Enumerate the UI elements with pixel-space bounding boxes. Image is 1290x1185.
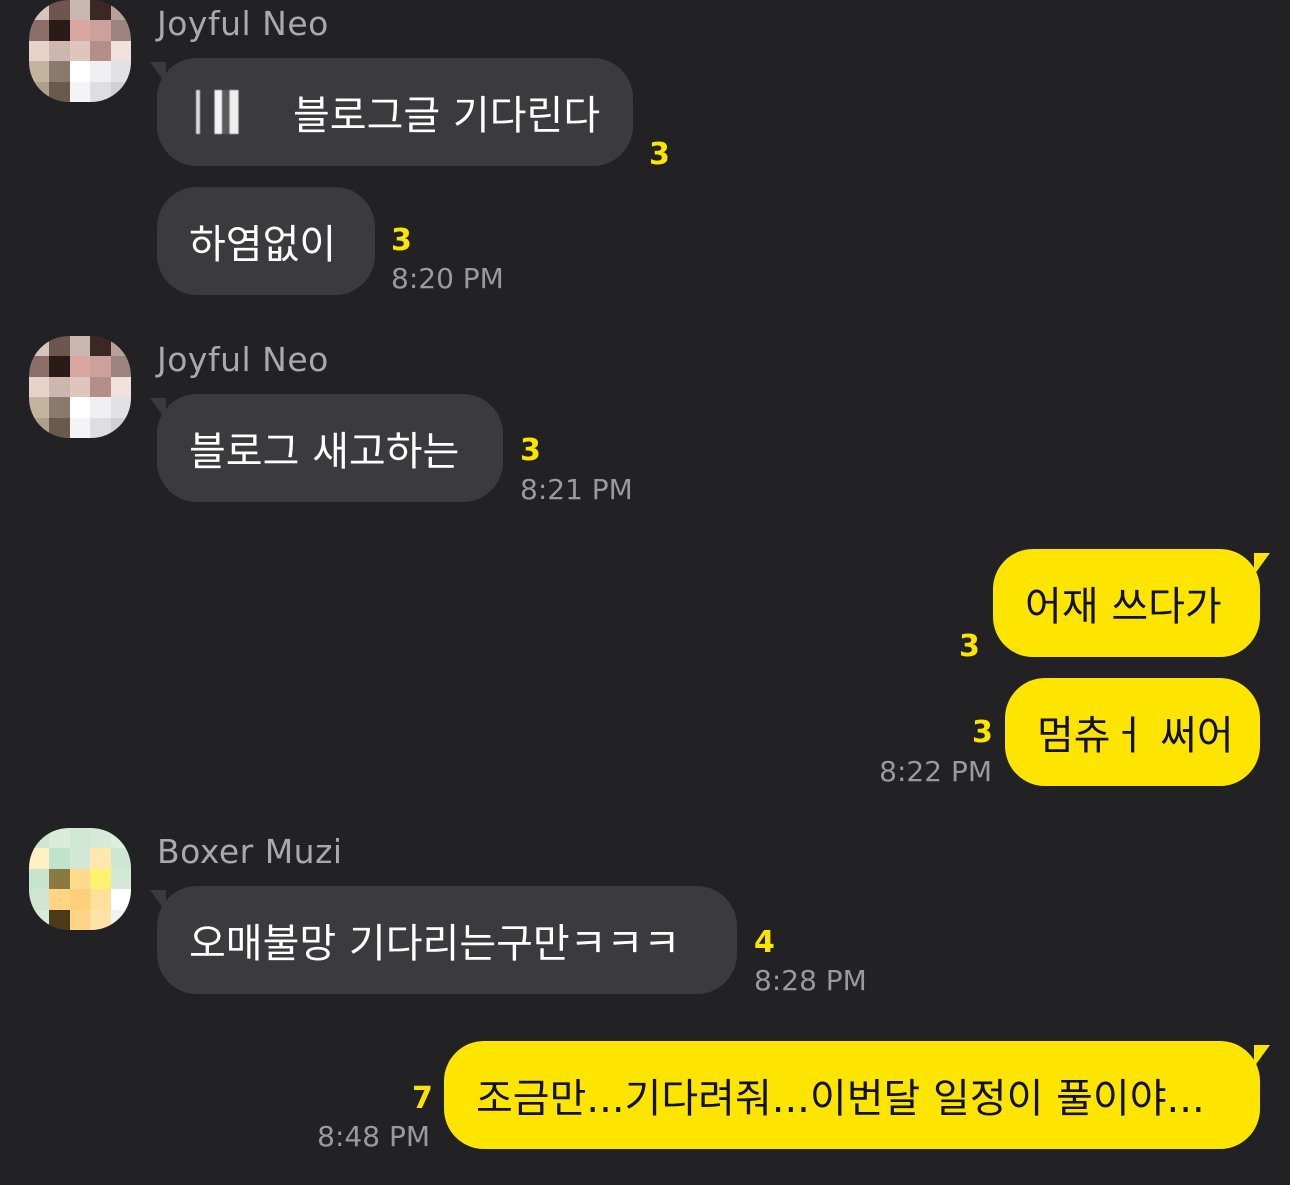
sender-name: Boxer Muzi	[157, 832, 343, 871]
unread-count: 3	[520, 433, 541, 468]
unread-count: 3	[959, 629, 980, 664]
unread-count: 3	[391, 223, 412, 258]
message-bubble[interactable]: 하염없이	[157, 187, 375, 295]
sender-name: Joyful Neo	[157, 4, 329, 43]
message-bubble[interactable]: 블로그글 기다린다	[157, 58, 633, 166]
avatar-boxer-muzi[interactable]	[29, 828, 131, 930]
message-text: 블로그 새고하는	[189, 429, 460, 475]
message-text: 멈츄ㅓ 써어	[1037, 713, 1234, 759]
unread-count: 3	[649, 137, 670, 172]
unread-count: 7	[412, 1081, 433, 1116]
unread-count: 3	[972, 715, 993, 750]
message-bubble[interactable]: 조금만...기다려줘...이번달 일정이 풀이야...	[444, 1041, 1260, 1149]
timestamp: 8:48 PM	[317, 1120, 430, 1153]
message-text: 하염없이	[189, 222, 337, 268]
message-bubble[interactable]: 블로그 새고하는	[157, 394, 503, 502]
blurred-text	[187, 90, 279, 134]
message-bubble[interactable]: 어재 쓰다가	[993, 549, 1260, 657]
timestamp: 8:20 PM	[391, 262, 504, 295]
message-bubble[interactable]: 오매불망 기다리는구만ㅋㅋㅋ	[157, 886, 737, 994]
unread-count: 4	[754, 925, 775, 960]
timestamp: 8:28 PM	[754, 964, 867, 997]
avatar-joyful-neo[interactable]	[29, 336, 131, 438]
avatar-joyful-neo[interactable]	[29, 0, 131, 102]
message-text: 어재 쓰다가	[1025, 584, 1222, 630]
message-text: 조금만...기다려줘...이번달 일정이 풀이야...	[476, 1076, 1205, 1122]
message-text: 블로그글 기다린다	[293, 93, 601, 139]
message-text: 오매불망 기다리는구만ㅋㅋㅋ	[189, 921, 681, 967]
sender-name: Joyful Neo	[157, 340, 329, 379]
timestamp: 8:22 PM	[879, 755, 992, 788]
timestamp: 8:21 PM	[520, 473, 633, 506]
message-bubble[interactable]: 멈츄ㅓ 써어	[1005, 678, 1260, 786]
